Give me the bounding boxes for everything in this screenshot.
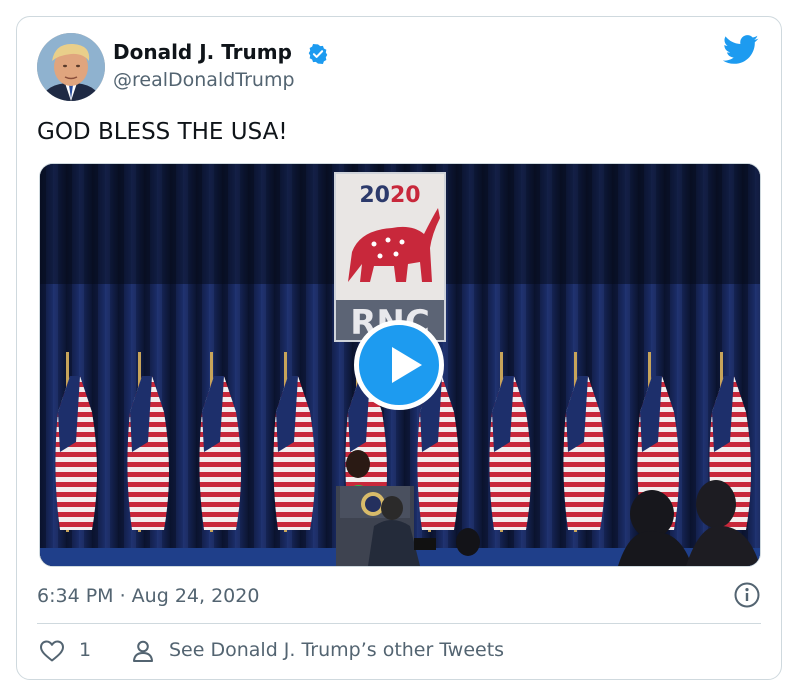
author-name[interactable]: Donald J. Trump [113, 39, 292, 65]
heart-icon[interactable] [39, 639, 65, 663]
video-player[interactable]: 2020 RNC [39, 163, 761, 567]
play-icon[interactable] [354, 320, 444, 410]
verified-badge-icon [308, 44, 328, 64]
tweet-card: Donald J. Trump @realDonaldTrump GOD BLE… [16, 16, 782, 680]
tweet-timestamp[interactable]: 6:34 PM · Aug 24, 2020 [37, 583, 259, 609]
see-other-tweets-link[interactable]: See Donald J. Trump’s other Tweets [169, 637, 504, 663]
twitter-bird-icon[interactable] [723, 35, 759, 65]
divider [37, 623, 761, 624]
person-icon [133, 640, 153, 662]
info-icon[interactable] [733, 581, 761, 609]
svg-text:2020: 2020 [359, 183, 420, 208]
tweet-text: GOD BLESS THE USA! [37, 119, 288, 145]
author-handle[interactable]: @realDonaldTrump [113, 67, 295, 93]
avatar[interactable] [37, 33, 105, 101]
like-count[interactable]: 1 [79, 637, 91, 663]
